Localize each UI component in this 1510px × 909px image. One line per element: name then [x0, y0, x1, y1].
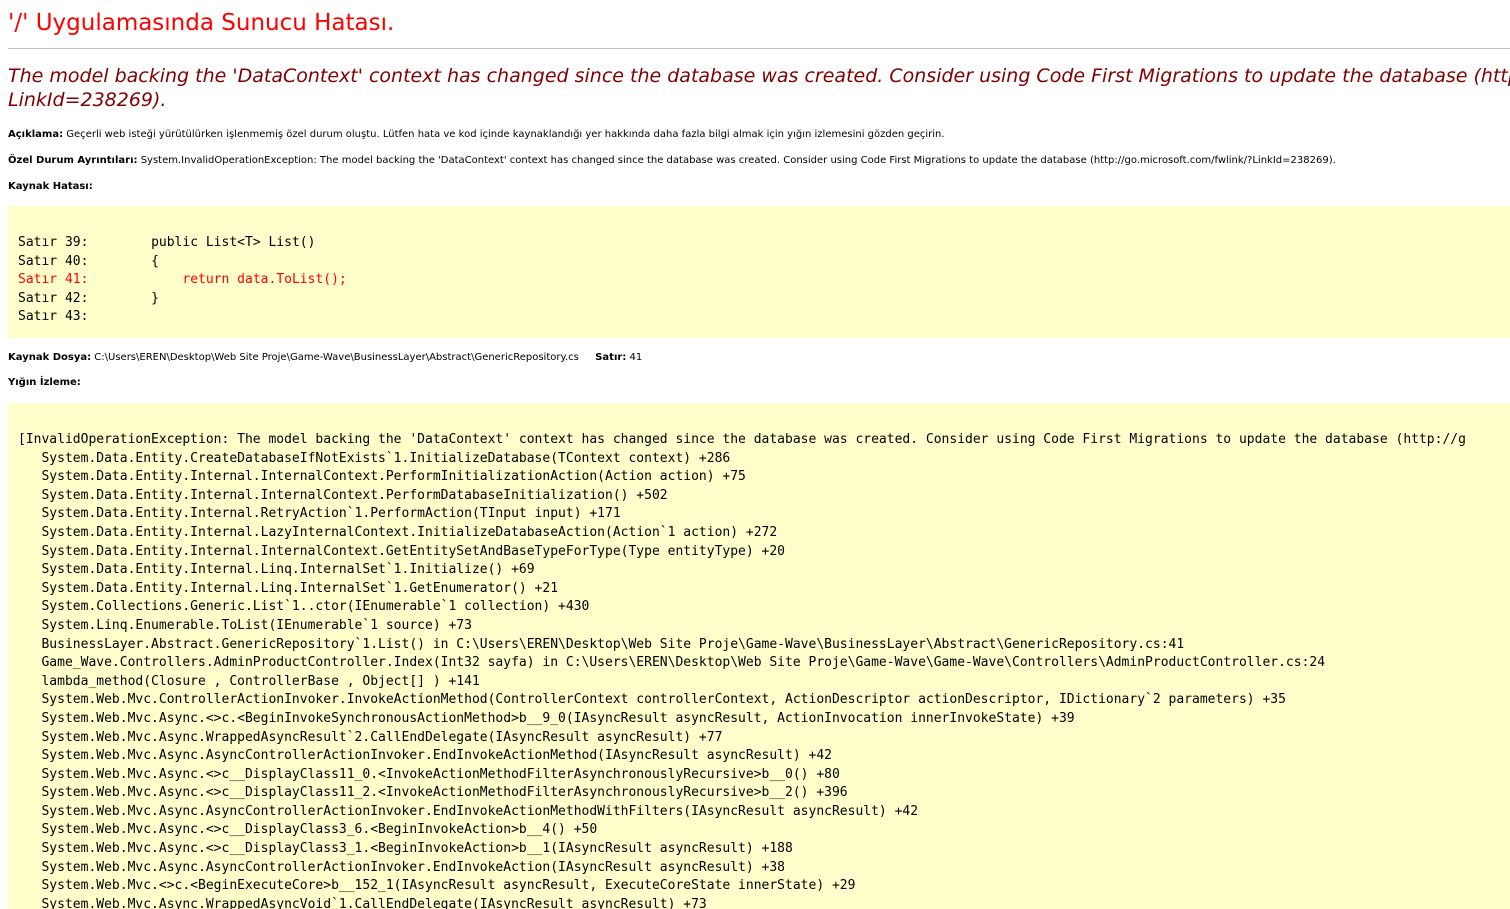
source-line-number: Satır 39:: [18, 235, 89, 250]
source-code-line: Satır 39: public List<T> List(): [18, 234, 1510, 253]
source-line-value: 41: [629, 352, 643, 363]
source-line-number: Satır 41:: [18, 272, 89, 288]
source-line-code: {: [88, 253, 159, 269]
source-line-number: Satır 42:: [18, 290, 89, 306]
source-error-heading: Kaynak Hatası:: [8, 181, 93, 192]
stack-trace-line: System.Web.Mvc.Async.AsyncControllerActi…: [18, 803, 919, 819]
source-line-number: Satır 43:: [18, 309, 89, 325]
stack-trace-line: System.Web.Mvc.Async.WrappedAsyncVoid`1.…: [18, 896, 707, 909]
stack-trace-line: System.Data.Entity.Internal.RetryAction`…: [18, 506, 621, 522]
stack-trace-line: System.Web.Mvc.Async.<>c__DisplayClass11…: [18, 766, 840, 782]
stack-trace-label: Yığın İzleme:: [8, 377, 81, 388]
source-line-code: return data.ToList();: [88, 272, 347, 288]
stack-trace-line: System.Data.Entity.CreateDatabaseIfNotEx…: [18, 450, 731, 466]
stack-trace-line: [InvalidOperationException: The model ba…: [18, 432, 1466, 447]
stack-trace-line: System.Web.Mvc.ControllerActionInvoker.I…: [18, 692, 1286, 708]
stack-trace-line: System.Web.Mvc.Async.<>c.<BeginInvokeSyn…: [18, 710, 1075, 726]
stack-trace-line: System.Data.Entity.Internal.InternalCont…: [18, 543, 786, 559]
stack-trace-line: System.Web.Mvc.Async.<>c__DisplayClass3_…: [18, 841, 793, 857]
description-row: Açıklama: Geçerli web isteği yürütülürke…: [8, 129, 945, 140]
stack-trace-line: System.Linq.Enumerable.ToList(IEnumerabl…: [18, 617, 472, 633]
description-text: Geçerli web isteği yürütülürken işlenmem…: [66, 129, 945, 140]
source-line-code: public List<T> List(): [88, 235, 316, 250]
error-message-line-2: LinkId=238269).: [8, 89, 167, 111]
source-line-number: Satır 40:: [18, 253, 89, 269]
error-page: '/' Uygulamasında Sunucu Hatası. The mod…: [0, 0, 1510, 909]
stack-trace-heading: Yığın İzleme:: [8, 377, 81, 388]
source-error-label: Kaynak Hatası:: [8, 181, 93, 192]
stack-trace-line: System.Data.Entity.Internal.InternalCont…: [18, 469, 746, 485]
source-file-row: Kaynak Dosya: C:\Users\EREN\Desktop\Web …: [8, 352, 642, 363]
stack-trace-line: System.Data.Entity.Internal.Linq.Interna…: [18, 580, 559, 596]
source-file-label: Kaynak Dosya:: [8, 352, 92, 363]
exception-details-text: System.InvalidOperationException: The mo…: [140, 155, 1336, 166]
source-code: Satır 39: public List<T> List() Satır 40:…: [8, 234, 1510, 327]
page-title: '/' Uygulamasında Sunucu Hatası.: [8, 10, 395, 36]
source-line-code: }: [88, 290, 159, 306]
source-code-line: Satır 43:: [18, 308, 1510, 327]
stack-trace-line: System.Web.Mvc.Async.WrappedAsyncResult`…: [18, 729, 723, 745]
stack-trace-line: System.Data.Entity.Internal.Linq.Interna…: [18, 562, 535, 578]
error-message: The model backing the 'DataContext' cont…: [8, 64, 1510, 112]
stack-trace-line: BusinessLayer.Abstract.GenericRepository…: [18, 636, 1185, 652]
stack-trace-line: System.Web.Mvc.Async.<>c__DisplayClass11…: [18, 785, 848, 801]
title-divider: [8, 48, 1510, 49]
stack-trace-line: System.Web.Mvc.Async.<>c__DisplayClass3_…: [18, 822, 598, 838]
source-code-line: Satır 41: return data.ToList();: [18, 271, 1510, 290]
stack-trace-line: System.Data.Entity.Internal.LazyInternal…: [18, 524, 778, 540]
stack-trace-line: System.Web.Mvc.<>c.<BeginExecuteCore>b__…: [18, 878, 856, 894]
description-label: Açıklama:: [8, 129, 64, 140]
source-error-code-box: Satır 39: public List<T> List() Satır 40:…: [8, 206, 1510, 338]
exception-details-label: Özel Durum Ayrıntıları:: [8, 155, 138, 166]
source-code-line: Satır 42: }: [18, 290, 1510, 309]
stack-trace-line: System.Data.Entity.Internal.InternalCont…: [18, 487, 668, 503]
source-code-line: Satır 40: {: [18, 253, 1510, 272]
exception-details-row: Özel Durum Ayrıntıları: System.InvalidOp…: [8, 155, 1336, 166]
stack-trace-line: lambda_method(Closure , ControllerBase ,…: [18, 673, 480, 689]
error-message-line-1: The model backing the 'DataContext' cont…: [8, 65, 1510, 87]
stack-trace-box: [InvalidOperationException: The model ba…: [8, 403, 1510, 909]
stack-trace-line: System.Web.Mvc.Async.AsyncControllerActi…: [18, 748, 832, 764]
stack-trace-text: [InvalidOperationException: The model ba…: [8, 431, 1510, 909]
source-file-path: C:\Users\EREN\Desktop\Web Site Proje\Gam…: [94, 352, 579, 363]
stack-trace-line: System.Collections.Generic.List`1..ctor(…: [18, 599, 590, 615]
stack-trace-line: Game_Wave.Controllers.AdminProductContro…: [18, 655, 1326, 671]
source-line-label: Satır:: [595, 352, 627, 363]
stack-trace-line: System.Web.Mvc.Async.AsyncControllerActi…: [18, 859, 786, 875]
